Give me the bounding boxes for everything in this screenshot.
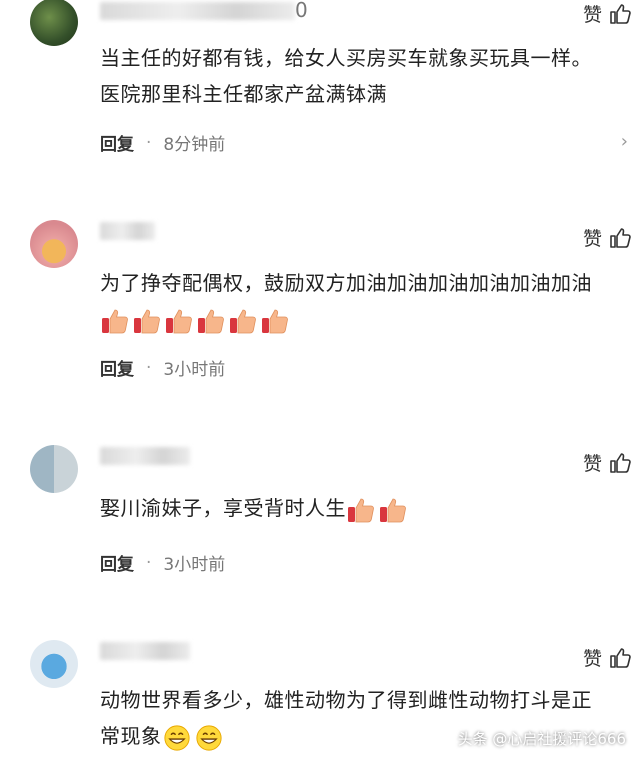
- username[interactable]: [100, 642, 190, 660]
- comment-text: 当主任的好都有钱，给女人买房买车就象买玩具一样。医院那里科主任都家产盆满钵满: [100, 46, 592, 106]
- thumbs-up-emoji: [100, 307, 130, 335]
- grin-emoji: [162, 724, 192, 752]
- reply-button[interactable]: 回复: [100, 130, 134, 155]
- thumbs-up-emoji: [228, 307, 258, 335]
- timestamp: 3小时前: [163, 555, 226, 575]
- separator-dot: ·: [146, 552, 152, 573]
- separator-dot: ·: [146, 132, 152, 153]
- timestamp: 3小时前: [163, 360, 226, 380]
- comment-meta: 回复 · 3小时前: [100, 355, 226, 381]
- username[interactable]: [100, 222, 155, 240]
- avatar[interactable]: [30, 0, 78, 46]
- watermark: 头条 @心启社援评论666: [457, 730, 626, 748]
- avatar[interactable]: [30, 640, 78, 688]
- chevron-right-icon[interactable]: ›: [621, 131, 628, 152]
- thumbs-up-emoji: [164, 307, 194, 335]
- like-label: 赞: [582, 453, 602, 475]
- thumbs-up-emoji: [196, 307, 226, 335]
- avatar[interactable]: [30, 445, 78, 493]
- reply-button[interactable]: 回复: [100, 355, 134, 380]
- grin-emoji: [194, 724, 224, 752]
- comment-item: 0 赞 当主任的好都有钱，给女人买房买车就象买玩具一样。医院那里科主任都家产盆满…: [0, 0, 640, 200]
- like-button[interactable]: 赞: [583, 449, 632, 476]
- thumbs-up-emoji: [132, 307, 162, 335]
- thumbs-up-emoji: [346, 496, 376, 524]
- comment-item: 赞 为了挣夺配偶权，鼓励双方加油加油加油加油加油加油 回复 · 3小时前: [0, 220, 640, 420]
- comment-meta: 回复 · 3小时前: [100, 550, 226, 576]
- comment-meta: 回复 · 8分钟前: [100, 130, 226, 156]
- thumbs-up-icon: [608, 451, 632, 475]
- like-button[interactable]: 赞: [583, 0, 632, 27]
- like-label: 赞: [582, 228, 602, 250]
- comment-text: 为了挣夺配偶权，鼓励双方加油加油加油加油加油加油: [100, 265, 610, 337]
- comment-text-body: 为了挣夺配偶权，鼓励双方加油加油加油加油加油加油: [100, 271, 592, 295]
- thumbs-up-icon: [608, 226, 632, 250]
- like-label: 赞: [582, 648, 602, 670]
- comment-text-body: 娶川渝妹子，享受背时人生: [100, 496, 346, 520]
- avatar[interactable]: [30, 220, 78, 268]
- like-label: 赞: [582, 4, 602, 26]
- thumbs-up-icon: [608, 646, 632, 670]
- thumbs-up-icon: [608, 2, 632, 26]
- comment-text: 娶川渝妹子，享受背时人生: [100, 490, 610, 526]
- thumbs-up-emoji: [260, 307, 290, 335]
- username[interactable]: [100, 2, 295, 20]
- comment-item: 赞 娶川渝妹子，享受背时人生 回复 · 3小时前: [0, 445, 640, 605]
- separator-dot: ·: [146, 357, 152, 378]
- thumbs-up-emoji: [378, 496, 408, 524]
- timestamp: 8分钟前: [163, 135, 226, 155]
- like-button[interactable]: 赞: [583, 644, 632, 671]
- username[interactable]: [100, 447, 190, 465]
- reply-button[interactable]: 回复: [100, 550, 134, 575]
- like-button[interactable]: 赞: [583, 224, 632, 251]
- username-suffix: 0: [295, 0, 308, 22]
